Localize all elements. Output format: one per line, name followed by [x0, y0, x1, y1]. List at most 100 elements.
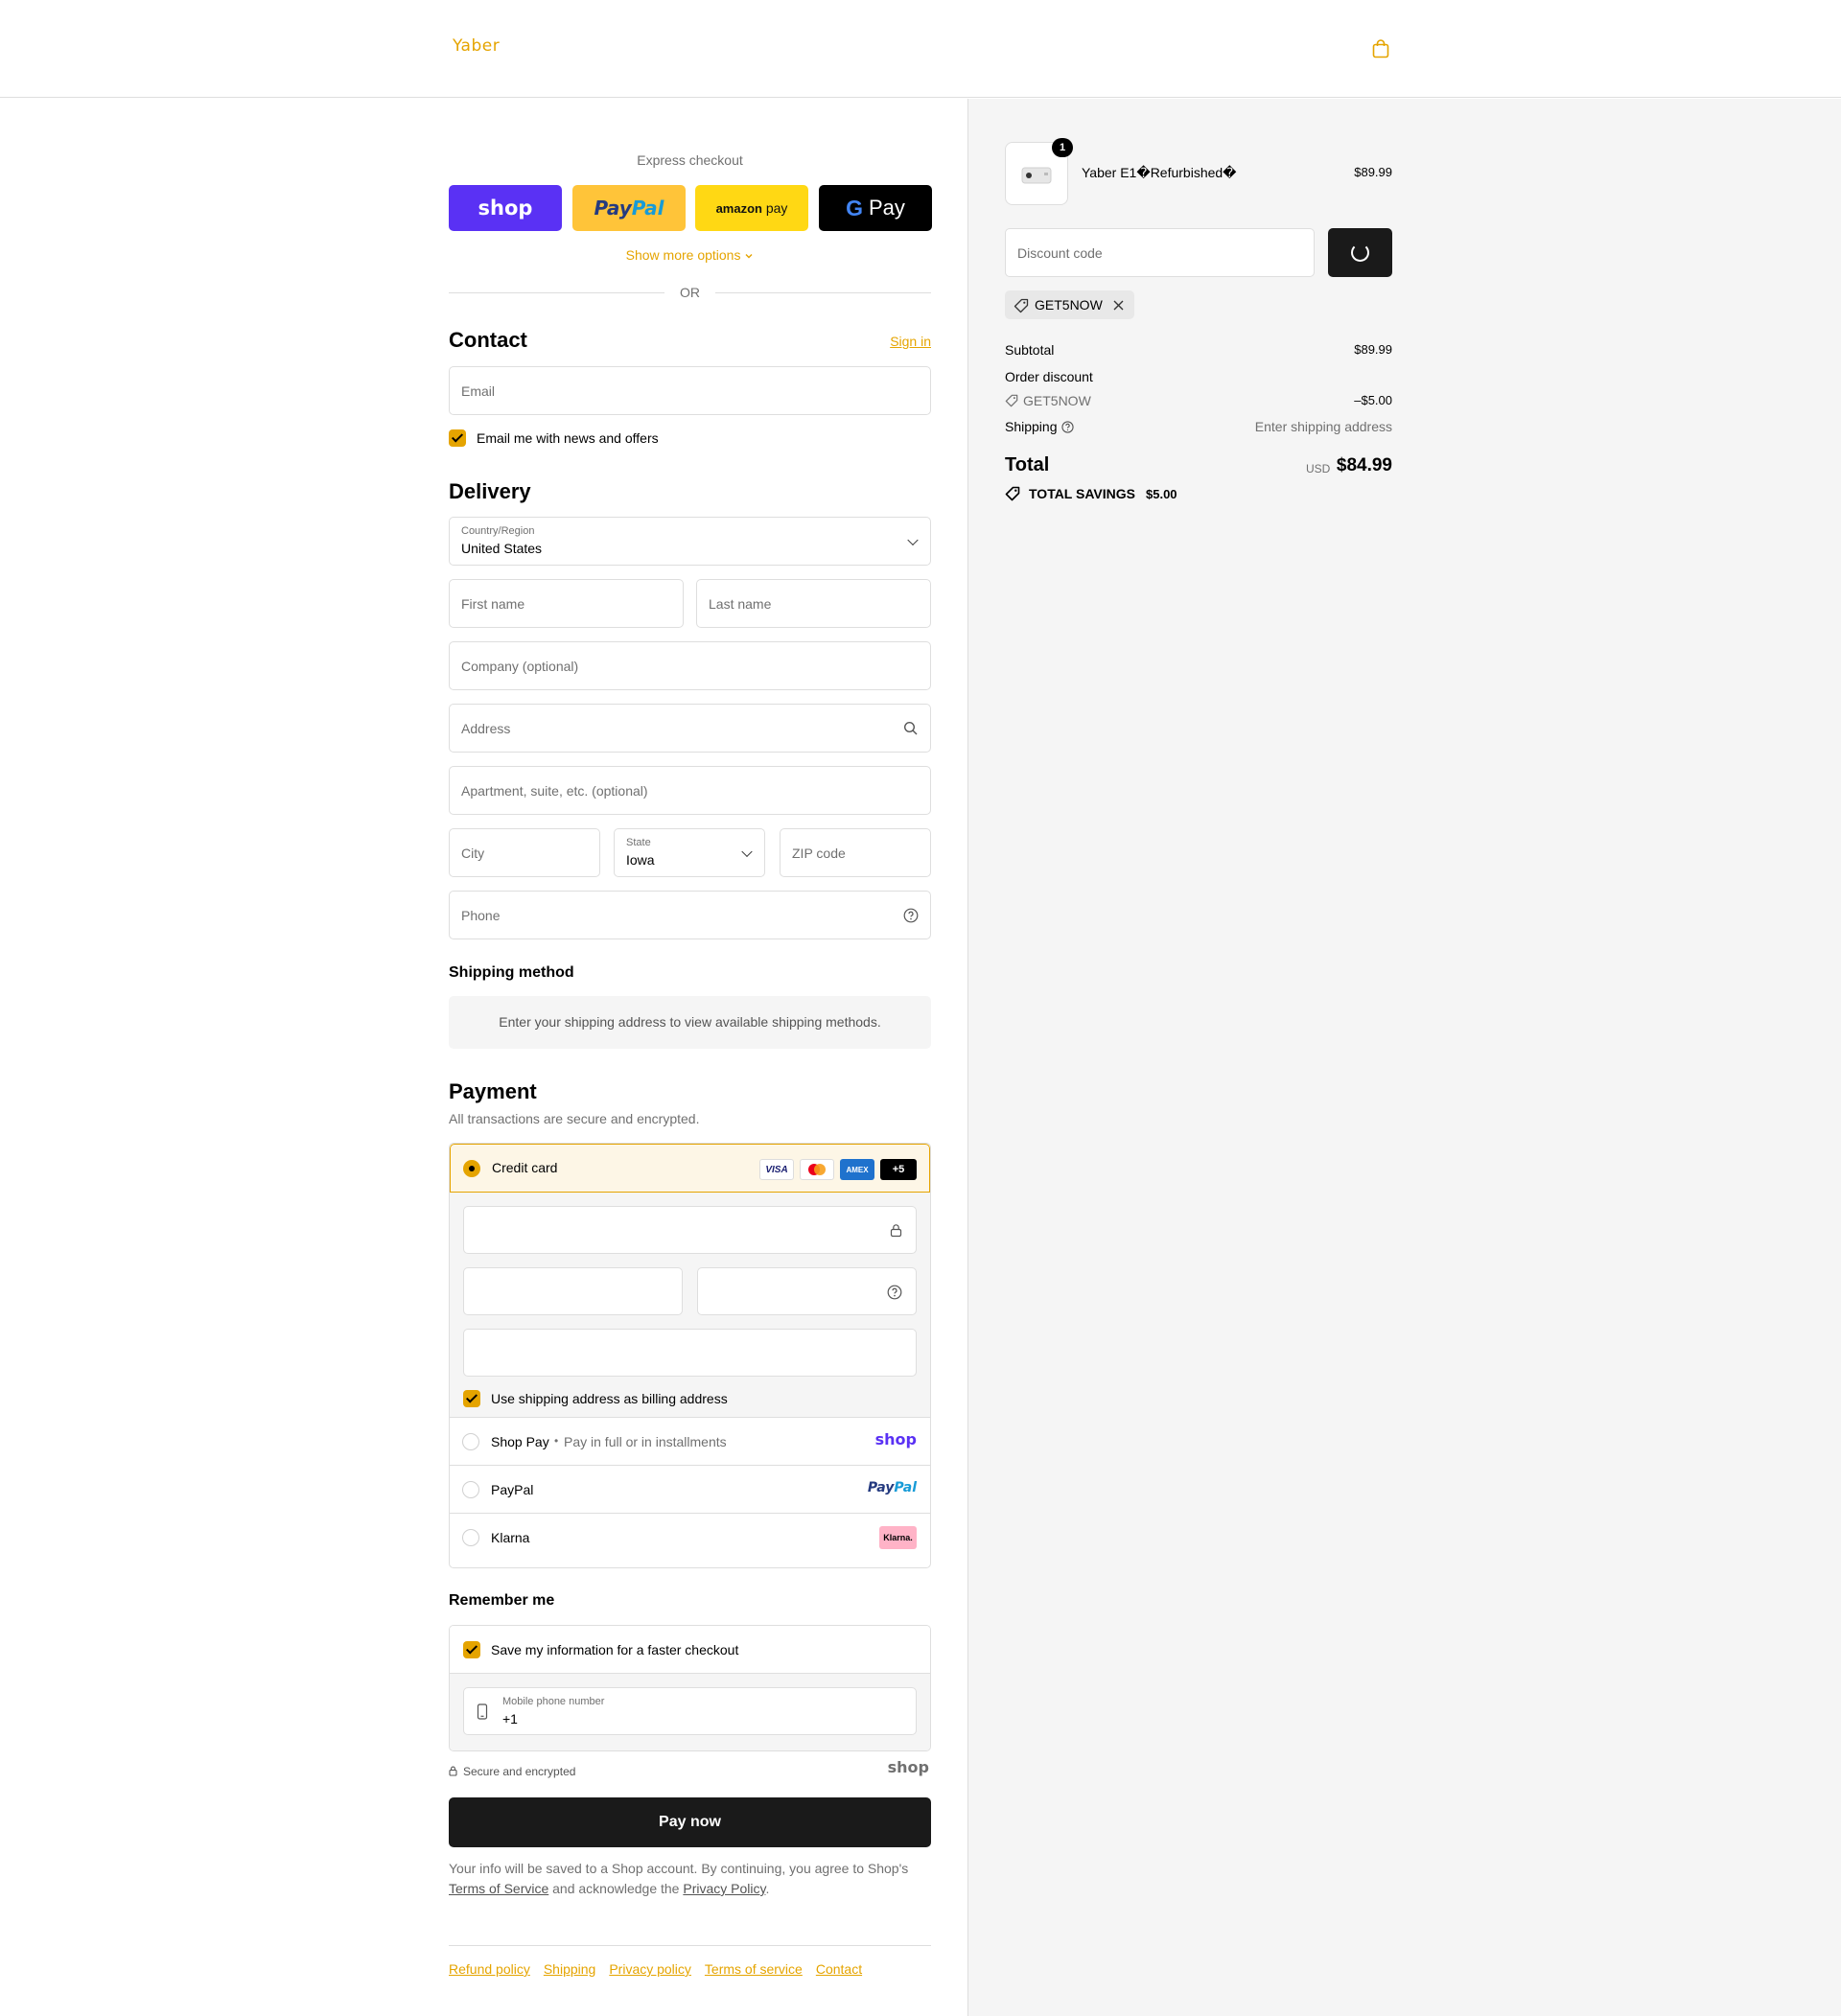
- apartment-field[interactable]: Apartment, suite, etc. (optional): [449, 766, 931, 815]
- order-summary-panel: [967, 99, 1841, 2016]
- shop-pay-radio[interactable]: [462, 1433, 479, 1450]
- privacy-policy-link[interactable]: Privacy Policy: [683, 1881, 765, 1896]
- card-number-field[interactable]: [463, 1206, 917, 1254]
- privacy-policy-footer-link[interactable]: Privacy policy: [609, 1961, 691, 1977]
- payment-heading: Payment: [449, 1079, 537, 1103]
- currency-label: USD: [1306, 462, 1331, 475]
- first-name-field[interactable]: First name: [449, 579, 684, 628]
- shopping-bag-icon[interactable]: [1370, 38, 1391, 59]
- applied-discount-tag: GET5NOW: [1005, 290, 1134, 319]
- help-circle-icon[interactable]: [1061, 421, 1074, 433]
- delivery-heading: Delivery: [449, 479, 531, 503]
- paypal-radio[interactable]: [462, 1481, 479, 1498]
- paypal-express-button[interactable]: Pay Pal: [572, 185, 686, 231]
- visa-icon: VISA: [759, 1159, 794, 1180]
- email-field[interactable]: Email: [449, 366, 931, 415]
- billing-same-label: Use shipping address as billing address: [491, 1391, 728, 1406]
- product-name: Yaber E1�Refurbished�: [1082, 165, 1237, 180]
- billing-same-checkbox[interactable]: [463, 1390, 480, 1407]
- footer-divider: [449, 1945, 931, 1946]
- mobile-phone-field[interactable]: Mobile phone number +1: [463, 1687, 917, 1735]
- more-cards-badge: +5: [880, 1159, 917, 1180]
- discount-value: –$5.00: [1354, 393, 1392, 407]
- total-savings-value: $5.00: [1146, 487, 1177, 501]
- contact-link[interactable]: Contact: [816, 1961, 862, 1977]
- klarna-option[interactable]: Klarna Klarna.: [450, 1513, 930, 1561]
- paypal-option[interactable]: PayPal PayPal: [450, 1465, 930, 1513]
- mobile-phone-icon: [477, 1703, 488, 1720]
- total-savings-label: TOTAL SAVINGS: [1029, 486, 1135, 501]
- address-placeholder: Address: [461, 720, 511, 736]
- shipping-policy-link[interactable]: Shipping: [544, 1961, 596, 1977]
- tag-icon: [1014, 298, 1029, 313]
- remove-discount-icon[interactable]: [1113, 300, 1124, 311]
- klarna-radio[interactable]: [462, 1529, 479, 1546]
- card-cvv-field[interactable]: [697, 1267, 917, 1315]
- paypal-logo-pal: Pal: [631, 197, 664, 220]
- help-circle-icon[interactable]: [903, 908, 919, 923]
- header: Yaber: [0, 0, 1841, 98]
- order-discount-label: Order discount: [1005, 369, 1093, 384]
- payment-methods: Credit card VISA AMEX +5 Use shipping ad…: [449, 1143, 931, 1568]
- city-placeholder: City: [461, 845, 485, 861]
- credit-card-form: Use shipping address as billing address: [450, 1193, 930, 1417]
- cardholder-name-field[interactable]: [463, 1329, 917, 1377]
- terms-of-service-link[interactable]: Terms of Service: [449, 1881, 548, 1896]
- remember-me-heading: Remember me: [449, 1592, 555, 1609]
- shop-pay-option[interactable]: Shop Pay • Pay in full or in installment…: [450, 1417, 930, 1465]
- refund-policy-link[interactable]: Refund policy: [449, 1961, 530, 1977]
- discount-code-input[interactable]: Discount code: [1005, 228, 1315, 277]
- show-more-options-link[interactable]: Show more options: [449, 247, 931, 263]
- shipping-label: Shipping: [1005, 419, 1058, 434]
- phone-field[interactable]: Phone: [449, 891, 931, 939]
- shop-pay-description: Pay in full or in installments: [564, 1434, 727, 1449]
- paypal-logo-pay: Pay: [594, 197, 632, 220]
- country-select[interactable]: Country/Region United States: [449, 517, 931, 566]
- separator-dot: •: [554, 1434, 559, 1448]
- zip-placeholder: ZIP code: [792, 845, 846, 861]
- mastercard-icon: [800, 1159, 834, 1180]
- express-checkout-title: Express checkout: [637, 152, 743, 168]
- or-text: OR: [680, 285, 700, 300]
- state-value: Iowa: [626, 852, 655, 868]
- shop-logo: shop: [887, 1758, 929, 1776]
- lock-icon: [449, 1766, 457, 1776]
- credit-card-radio[interactable]: [463, 1160, 480, 1177]
- footer-links: Refund policy Shipping Privacy policy Terms…: [449, 1961, 875, 1977]
- pay-now-button[interactable]: Pay now: [449, 1797, 931, 1847]
- quantity-badge: 1: [1052, 138, 1073, 157]
- google-pay-express-button[interactable]: G Pay: [819, 185, 932, 231]
- discount-placeholder: Discount code: [1017, 244, 1103, 261]
- save-info-checkbox[interactable]: [463, 1641, 480, 1658]
- email-news-checkbox[interactable]: [449, 429, 466, 447]
- city-field[interactable]: City: [449, 828, 600, 877]
- card-expiry-field[interactable]: [463, 1267, 683, 1315]
- terms-of-service-footer-link[interactable]: Terms of service: [705, 1961, 803, 1977]
- last-name-field[interactable]: Last name: [696, 579, 931, 628]
- secure-encrypted-label: Secure and encrypted: [463, 1765, 576, 1778]
- google-g-icon: G: [846, 195, 863, 220]
- save-info-row: Save my information for a faster checkou…: [450, 1626, 930, 1674]
- credit-card-option[interactable]: Credit card VISA AMEX +5: [450, 1144, 930, 1193]
- address-field[interactable]: Address: [449, 704, 931, 753]
- apartment-placeholder: Apartment, suite, etc. (optional): [461, 782, 648, 799]
- amazon-pay-label: pay: [761, 200, 788, 216]
- paypal-logo: PayPal: [867, 1480, 917, 1495]
- email-news-label: Email me with news and offers: [477, 430, 659, 446]
- lock-icon: [890, 1224, 902, 1238]
- amazon-pay-express-button[interactable]: amazon pay: [695, 185, 808, 231]
- state-select[interactable]: State Iowa: [614, 828, 765, 877]
- shop-pay-express-button[interactable]: shop: [449, 185, 562, 231]
- chevron-down-icon: [741, 846, 753, 857]
- zip-field[interactable]: ZIP code: [780, 828, 931, 877]
- help-circle-icon[interactable]: [887, 1285, 902, 1300]
- legal-text-1: Your info will be saved to a Shop accoun…: [449, 1861, 909, 1876]
- country-value: United States: [461, 541, 543, 556]
- state-label: State: [626, 837, 651, 848]
- yaber-logo[interactable]: Yaber: [453, 36, 500, 56]
- apply-discount-button[interactable]: [1328, 228, 1392, 277]
- payment-subtitle: All transactions are secure and encrypte…: [449, 1111, 700, 1126]
- chevron-down-icon: [907, 534, 919, 545]
- sign-in-link[interactable]: Sign in: [890, 334, 931, 349]
- company-field[interactable]: Company (optional): [449, 641, 931, 690]
